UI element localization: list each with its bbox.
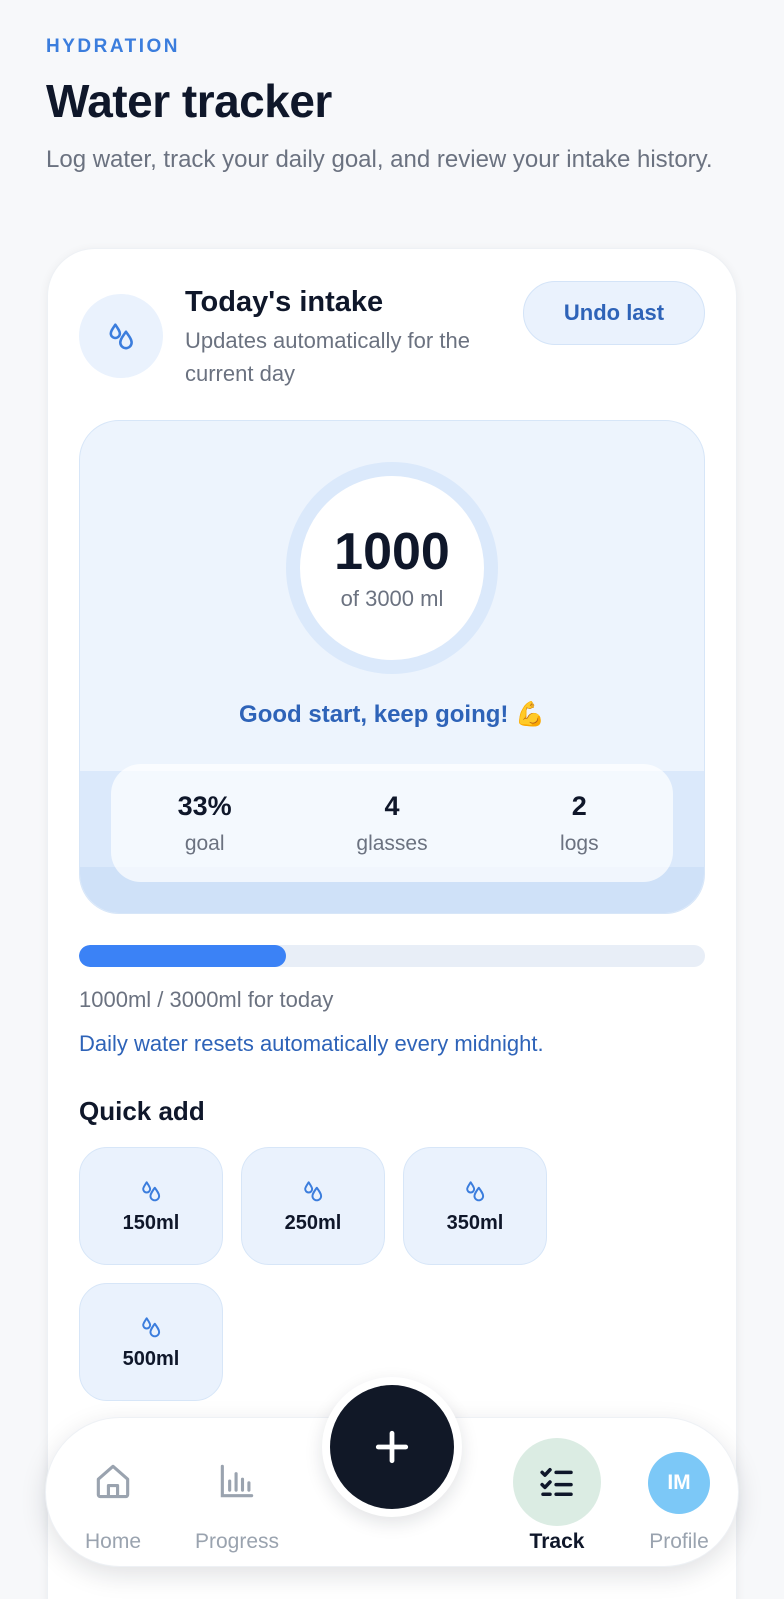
water-drops-icon [109,323,133,350]
stat-goal: 33% goal [111,764,298,882]
nav-label: Progress [194,1530,280,1553]
nav-item-profile[interactable]: IM Profile [624,1418,734,1568]
nav-item-progress[interactable]: Progress [182,1418,292,1568]
page-title: Water tracker [46,75,332,127]
nav-item-home[interactable]: Home [58,1418,168,1568]
eyebrow-label: HYDRATION [46,36,181,57]
quick-add-500ml-button[interactable]: 500ml [79,1283,223,1401]
stat-value: 33% [177,790,232,821]
nav-item-track[interactable]: Track [502,1418,612,1568]
stat-label: goal [184,831,225,855]
intake-subtitle: Updates automatically for the current da… [185,328,470,386]
stat-label: logs [560,831,599,855]
quick-add-title: Quick add [79,1096,205,1126]
progress-caption: 1000ml / 3000ml for today [79,987,334,1012]
plus-icon [375,1430,409,1464]
quick-add-label: 350ml [446,1211,504,1234]
nav-icon-wrap [513,1438,601,1526]
stat-label: glasses [356,831,428,855]
encouragement-text: Good start, keep going! 💪 [239,701,545,728]
quick-add-250ml-button[interactable]: 250ml [241,1147,385,1265]
undo-last-button[interactable]: Undo last [523,281,705,345]
daily-progress-fill [79,945,286,967]
checklist-icon [540,1468,573,1496]
nav-label: Profile [649,1530,709,1553]
fab-inner [330,1385,454,1509]
quick-add-label: 250ml [284,1211,342,1234]
stat-logs: 2 logs [486,764,673,882]
stats-strip: 33% goal 4 glasses 2 logs [111,764,673,882]
nav-icon-wrap [78,1446,148,1516]
quick-add-150ml-button[interactable]: 150ml [79,1147,223,1265]
home-icon [96,1464,130,1499]
nav-label: Track [529,1530,585,1553]
nav-label: Home [84,1530,142,1553]
stat-value: 2 [571,790,587,821]
page-subtitle: Log water, track your daily goal, and re… [46,146,713,173]
daily-progress-bar [79,945,705,967]
stat-value: 4 [384,790,400,821]
quick-add-350ml-button[interactable]: 350ml [403,1147,547,1265]
intake-amount: 1000 [334,523,450,581]
quick-add-label: 500ml [122,1347,180,1370]
bar-chart-icon [220,1464,254,1498]
water-drops-icon [304,1180,323,1201]
water-drops-icon [142,1180,161,1201]
intake-title: Today's intake [185,286,384,318]
water-drops-icon [142,1316,161,1337]
intake-ring: 1000 of 3000 ml [286,462,498,674]
water-drops-icon [466,1180,485,1201]
nav-icon-wrap [202,1446,272,1516]
quick-add-label: 150ml [122,1211,180,1234]
intake-goal-text: of 3000 ml [340,586,444,611]
add-entry-fab[interactable] [322,1377,462,1517]
reset-note: Daily water resets automatically every m… [79,1031,544,1056]
stat-glasses: 4 glasses [298,764,485,882]
intake-header-icon [79,294,163,378]
avatar: IM [648,1452,710,1514]
